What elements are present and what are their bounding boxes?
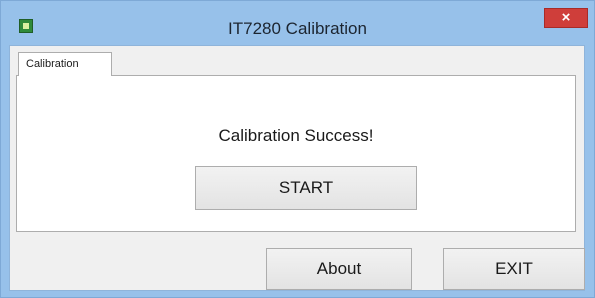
- exit-button[interactable]: EXIT: [443, 248, 585, 290]
- tab-calibration[interactable]: Calibration: [18, 52, 112, 76]
- calibration-window: IT7280 Calibration × Calibration Calibra…: [0, 0, 595, 298]
- close-button[interactable]: ×: [544, 8, 588, 28]
- status-message: Calibration Success!: [218, 126, 374, 145]
- client-area: Calibration Calibration Success! START A…: [9, 45, 585, 291]
- start-button[interactable]: START: [195, 166, 417, 210]
- calibration-tab-panel: Calibration Success! START: [16, 75, 576, 232]
- window-title: IT7280 Calibration: [228, 19, 367, 38]
- title-bar[interactable]: IT7280 Calibration ×: [1, 1, 594, 45]
- about-button[interactable]: About: [266, 248, 412, 290]
